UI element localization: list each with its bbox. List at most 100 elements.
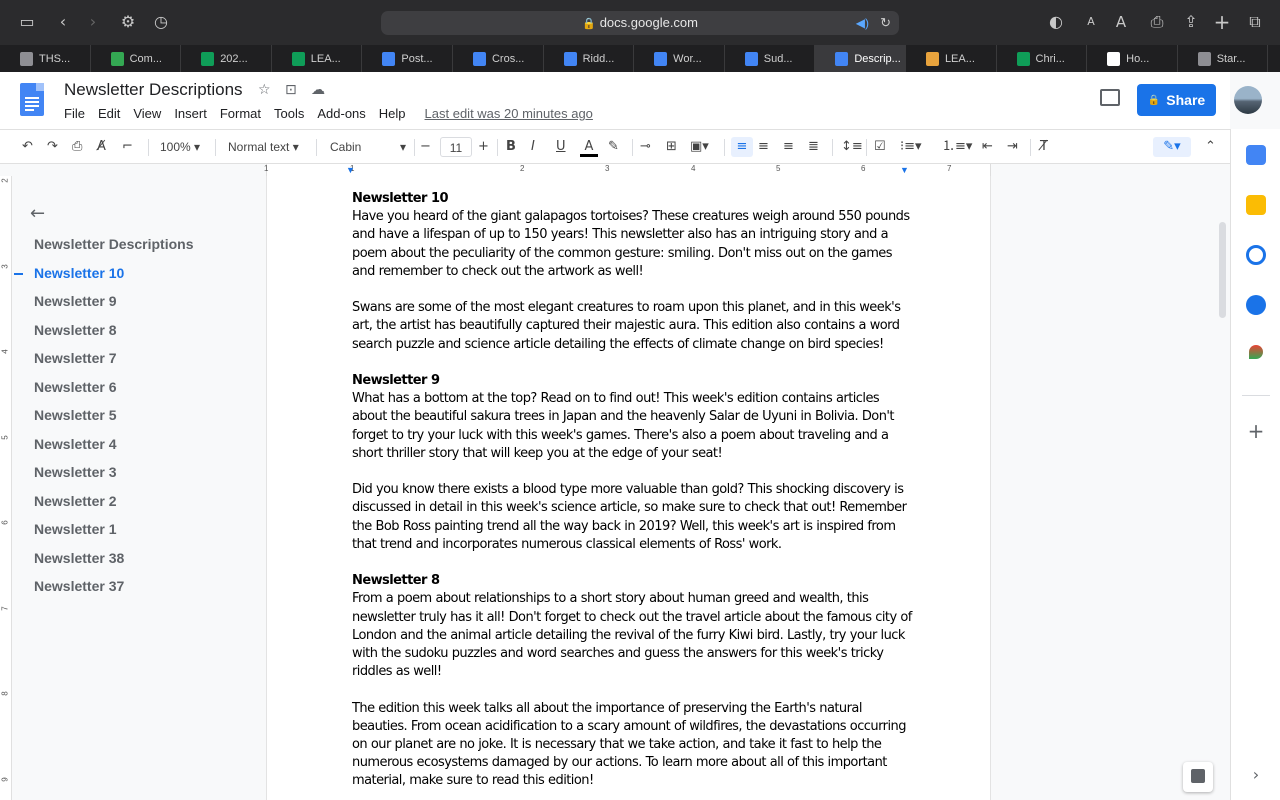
star-icon[interactable]: ☆ bbox=[258, 82, 271, 98]
avatar[interactable] bbox=[1234, 86, 1262, 114]
comment-history-icon[interactable] bbox=[1100, 89, 1120, 106]
align-left-icon[interactable]: ≡ bbox=[731, 137, 753, 157]
text-color-icon[interactable]: A bbox=[580, 137, 598, 157]
highlight-icon[interactable]: ✎ bbox=[608, 137, 619, 157]
browser-tab[interactable]: Cros... bbox=[453, 45, 544, 72]
browser-tab[interactable]: Sud... bbox=[725, 45, 816, 72]
document-page[interactable]: Newsletter 10 Have you heard of the gian… bbox=[266, 176, 991, 800]
menu-edit[interactable]: Edit bbox=[98, 106, 120, 121]
shield-icon[interactable]: ◐ bbox=[1045, 11, 1067, 33]
redo-icon[interactable]: ↷ bbox=[47, 137, 58, 157]
browser-tab[interactable]: Ho... bbox=[1087, 45, 1178, 72]
menu-insert[interactable]: Insert bbox=[174, 106, 207, 121]
outline-item[interactable]: Newsletter 4 bbox=[34, 436, 116, 452]
share-sheet-icon[interactable]: ⇪ bbox=[1180, 11, 1202, 33]
text-larger-icon[interactable]: A bbox=[1110, 11, 1132, 33]
browser-tab[interactable]: THS... bbox=[0, 45, 91, 72]
clear-formatting-icon[interactable]: T̸ bbox=[1040, 137, 1048, 157]
docs-logo-icon[interactable] bbox=[20, 83, 44, 116]
scrollbar[interactable] bbox=[1219, 222, 1226, 318]
contacts-icon[interactable] bbox=[1246, 295, 1266, 315]
new-tab-icon[interactable]: + bbox=[1211, 11, 1233, 33]
back-icon[interactable]: ‹ bbox=[52, 11, 74, 33]
style-select[interactable]: Normal text ▾ bbox=[228, 137, 308, 157]
cloud-status-icon[interactable]: ☁ bbox=[311, 82, 325, 98]
doc-title[interactable]: Newsletter Descriptions bbox=[64, 80, 243, 100]
browser-tab[interactable]: Wor... bbox=[634, 45, 725, 72]
undo-icon[interactable]: ↶ bbox=[22, 137, 33, 157]
align-center-icon[interactable]: ≡ bbox=[758, 137, 769, 157]
menu-tools[interactable]: Tools bbox=[274, 106, 304, 121]
outline-item[interactable]: Newsletter 9 bbox=[34, 293, 116, 309]
maps-icon[interactable] bbox=[1249, 345, 1263, 359]
link-icon[interactable]: ⊸ bbox=[640, 137, 651, 157]
sidebar-toggle-icon[interactable]: ▭ bbox=[16, 11, 38, 33]
outline-item[interactable]: Newsletter 38 bbox=[34, 550, 124, 566]
calendar-icon[interactable] bbox=[1246, 145, 1266, 165]
last-edit-link[interactable]: Last edit was 20 minutes ago bbox=[425, 106, 593, 121]
insert-image-icon[interactable]: ▣▾ bbox=[690, 137, 709, 157]
browser-tab[interactable]: Chri... bbox=[997, 45, 1088, 72]
move-folder-icon[interactable]: ⊡ bbox=[285, 82, 297, 98]
menu-addons[interactable]: Add-ons bbox=[317, 106, 365, 121]
reload-icon[interactable]: ↻ bbox=[880, 11, 891, 35]
browser-tab[interactable]: LEA... bbox=[906, 45, 997, 72]
browser-tab[interactable]: Ridd... bbox=[544, 45, 635, 72]
underline-icon[interactable]: U bbox=[556, 137, 566, 157]
tasks-icon[interactable] bbox=[1246, 245, 1266, 265]
browser-tab[interactable]: Star... bbox=[1178, 45, 1269, 72]
outline-item[interactable]: Newsletter 8 bbox=[34, 322, 116, 338]
bulleted-list-icon[interactable]: ⁝≡▾ bbox=[900, 137, 922, 157]
decrease-font-size-icon[interactable]: − bbox=[420, 137, 431, 157]
share-button[interactable]: 🔒 Share bbox=[1137, 84, 1216, 116]
outline-item[interactable]: Newsletter 6 bbox=[34, 379, 116, 395]
font-size-input[interactable]: 11 bbox=[440, 137, 472, 157]
right-indent-marker[interactable]: ▼ bbox=[900, 165, 909, 175]
add-addon-icon[interactable]: + bbox=[1246, 421, 1266, 441]
explore-button[interactable] bbox=[1183, 762, 1213, 792]
tab-overview-icon[interactable]: ⧉ bbox=[1244, 11, 1266, 33]
left-indent-marker[interactable]: ▼ bbox=[346, 165, 355, 175]
paint-format-icon[interactable]: ⌐ bbox=[122, 137, 133, 157]
decrease-indent-icon[interactable]: ⇤ bbox=[982, 137, 993, 157]
italic-icon[interactable]: I bbox=[531, 137, 535, 157]
zoom-select[interactable]: 100% ▾ bbox=[160, 137, 210, 157]
document-body[interactable]: Newsletter 10 Have you heard of the gian… bbox=[352, 190, 912, 791]
audio-icon[interactable]: ◀) bbox=[856, 11, 869, 35]
outline-item[interactable]: Newsletter 10 bbox=[34, 265, 124, 281]
numbered-list-icon[interactable]: ⒈≡▾ bbox=[942, 137, 972, 157]
chevron-right-icon[interactable]: › bbox=[1246, 765, 1266, 785]
text-smaller-icon[interactable]: A bbox=[1080, 11, 1102, 33]
editing-mode-button[interactable]: ✎▾ bbox=[1153, 137, 1191, 157]
spellcheck-icon[interactable]: A̸ bbox=[97, 137, 106, 157]
outline-item[interactable]: Newsletter 5 bbox=[34, 407, 116, 423]
bold-icon[interactable]: B bbox=[506, 137, 516, 157]
outline-item[interactable]: Newsletter Descriptions bbox=[34, 236, 194, 252]
justify-icon[interactable]: ≣ bbox=[808, 137, 819, 157]
browser-tab[interactable]: Com... bbox=[91, 45, 182, 72]
outline-item[interactable]: Newsletter 37 bbox=[34, 578, 124, 594]
history-icon[interactable]: ◷ bbox=[150, 11, 172, 33]
outline-item[interactable]: Newsletter 1 bbox=[34, 521, 116, 537]
line-spacing-icon[interactable]: ↕≡ bbox=[841, 137, 863, 157]
menu-view[interactable]: View bbox=[133, 106, 161, 121]
menu-file[interactable]: File bbox=[64, 106, 85, 121]
back-arrow-icon[interactable]: ← bbox=[30, 203, 45, 224]
menu-help[interactable]: Help bbox=[379, 106, 406, 121]
increase-indent-icon[interactable]: ⇥ bbox=[1007, 137, 1018, 157]
outline-item[interactable]: Newsletter 7 bbox=[34, 350, 116, 366]
keep-icon[interactable] bbox=[1246, 195, 1266, 215]
menu-format[interactable]: Format bbox=[220, 106, 261, 121]
chevron-up-icon[interactable]: ⌃ bbox=[1205, 137, 1216, 157]
print-icon[interactable]: ⎙ bbox=[1146, 11, 1168, 33]
address-bar[interactable]: 🔒 docs.google.com ◀) ↻ bbox=[381, 11, 899, 35]
browser-tab[interactable]: 202... bbox=[181, 45, 272, 72]
print-icon[interactable]: ⎙ bbox=[72, 137, 82, 157]
add-comment-icon[interactable]: ⊞ bbox=[666, 137, 677, 157]
font-select[interactable]: Cabin ▾ bbox=[330, 137, 410, 157]
browser-tab[interactable]: LEA... bbox=[272, 45, 363, 72]
forward-icon[interactable]: › bbox=[82, 11, 104, 33]
checklist-icon[interactable]: ☑ bbox=[874, 137, 886, 157]
ruler-track[interactable]: 1 1 2 3 4 5 6 7 ▼ ▼ bbox=[264, 164, 991, 176]
browser-tab[interactable]: Descrip... bbox=[815, 45, 906, 72]
